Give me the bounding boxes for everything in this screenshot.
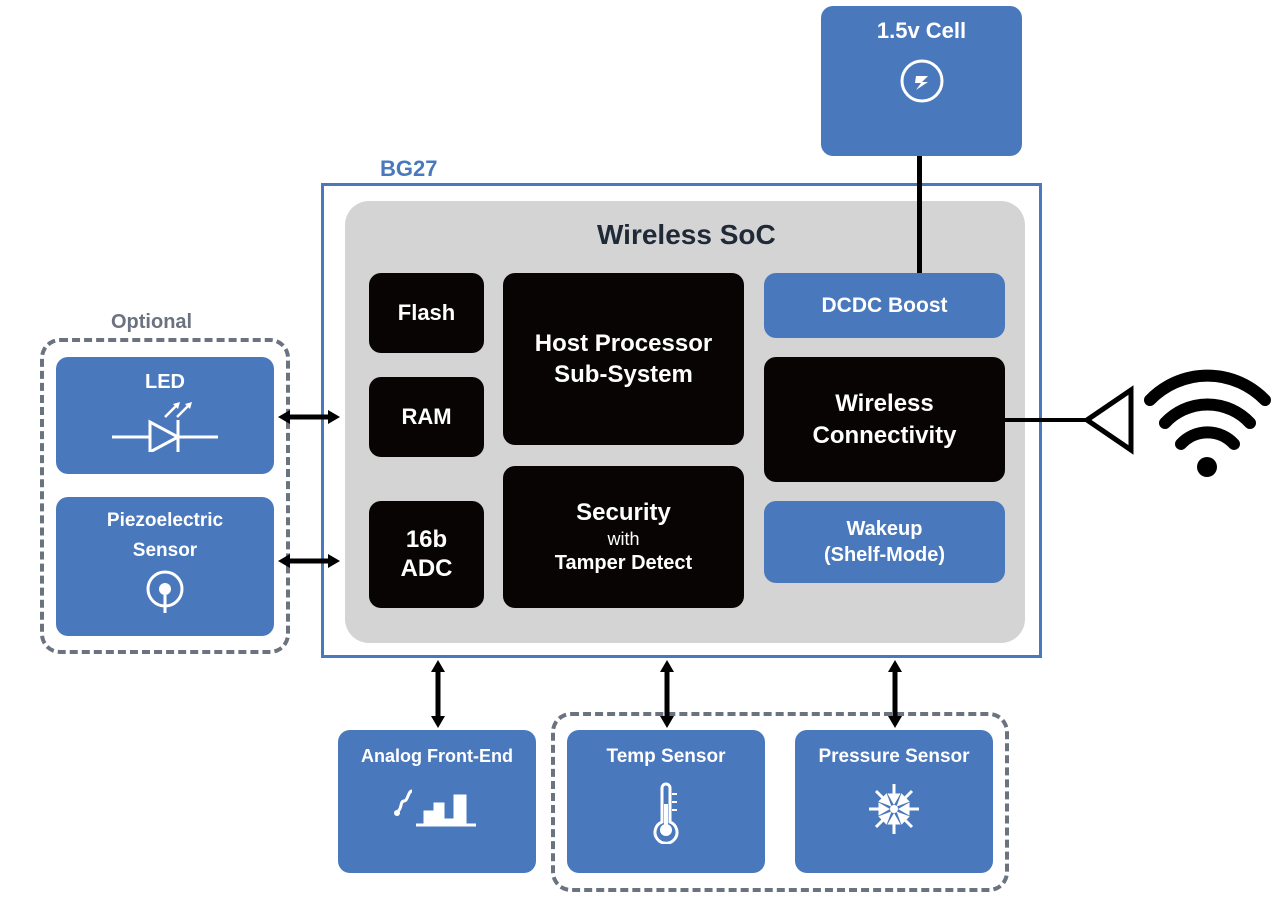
- temp-label: Temp Sensor: [607, 746, 726, 768]
- connector-cell-dcdc: [917, 156, 922, 273]
- bg27-label: BG27: [380, 156, 437, 182]
- led-label: LED: [145, 371, 185, 394]
- power-icon: [899, 58, 945, 104]
- optional-label: Optional: [111, 311, 192, 334]
- waveform-icon: [394, 783, 480, 831]
- flash-label: Flash: [398, 300, 455, 326]
- led-icon: [110, 402, 220, 452]
- security-block: Security with Tamper Detect: [503, 466, 744, 608]
- wireless-label-1: Wireless: [835, 388, 934, 419]
- antenna-wifi-icon: [1005, 345, 1275, 505]
- arrow-afe-soc: [425, 660, 451, 728]
- ram-label: RAM: [401, 404, 451, 430]
- arrow-led-soc: [278, 404, 340, 430]
- wakeup-block: Wakeup (Shelf-Mode): [764, 501, 1005, 583]
- wakeup-label-2: (Shelf-Mode): [824, 542, 945, 568]
- cell-label: 1.5v Cell: [877, 18, 966, 44]
- security-label-1: Security: [576, 498, 671, 528]
- arrow-temp-soc: [654, 660, 680, 728]
- pressure-label: Pressure Sensor: [818, 746, 969, 768]
- host-label-2: Sub-System: [554, 359, 693, 390]
- cell-block: 1.5v Cell: [821, 6, 1022, 156]
- afe-label: Analog Front-End: [361, 746, 513, 767]
- piezo-icon: [142, 569, 188, 615]
- wireless-block: Wireless Connectivity: [764, 357, 1005, 482]
- security-label-2: with: [607, 528, 639, 551]
- led-block: LED: [56, 357, 274, 474]
- flash-block: Flash: [369, 273, 484, 353]
- pressure-icon: [865, 780, 923, 838]
- piezo-label-1: Piezoelectric: [107, 509, 223, 533]
- arrow-piezo-soc: [278, 548, 340, 574]
- wireless-label-2: Connectivity: [812, 420, 956, 451]
- adc-block: 16b ADC: [369, 501, 484, 608]
- arrow-pressure-soc: [882, 660, 908, 728]
- host-label-1: Host Processor: [535, 328, 712, 359]
- dcdc-label: DCDC Boost: [822, 294, 948, 318]
- dcdc-block: DCDC Boost: [764, 273, 1005, 338]
- security-label-3: Tamper Detect: [555, 551, 692, 576]
- pressure-block: Pressure Sensor: [795, 730, 993, 873]
- temp-block: Temp Sensor: [567, 730, 765, 873]
- piezo-block: Piezoelectric Sensor: [56, 497, 274, 636]
- afe-block: Analog Front-End: [338, 730, 536, 873]
- adc-label-1: 16b: [406, 526, 447, 555]
- wakeup-label-1: Wakeup: [847, 516, 923, 542]
- soc-title: Wireless SoC: [597, 219, 776, 251]
- adc-label-2: ADC: [401, 555, 453, 584]
- host-processor-block: Host Processor Sub-System: [503, 273, 744, 445]
- thermometer-icon: [651, 782, 681, 844]
- ram-block: RAM: [369, 377, 484, 457]
- piezo-label-2: Sensor: [133, 539, 197, 563]
